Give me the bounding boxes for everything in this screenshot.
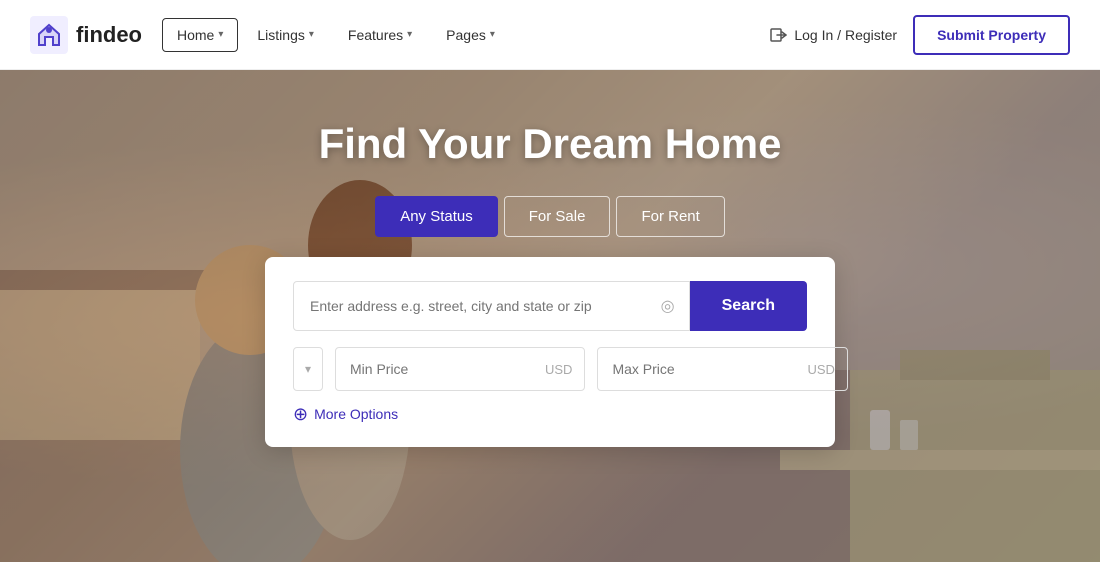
type-select[interactable]: Any Type House Apartment Commercial Land <box>293 347 323 391</box>
navbar: findeo Home ▾ Listings ▾ Features ▾ Page… <box>0 0 1100 70</box>
nav-home-chevron: ▾ <box>218 29 223 40</box>
login-icon <box>770 26 788 44</box>
submit-property-button[interactable]: Submit Property <box>913 15 1070 55</box>
nav-item-home[interactable]: Home ▾ <box>162 18 238 52</box>
min-price-input[interactable] <box>336 348 545 390</box>
hero-title: Find Your Dream Home <box>319 120 782 168</box>
max-price-input[interactable] <box>598 348 807 390</box>
nav-pages-chevron: ▾ <box>490 29 495 40</box>
status-tab-rent[interactable]: For Rent <box>616 196 724 237</box>
search-button[interactable]: Search <box>690 281 807 331</box>
nav-item-listings[interactable]: Listings ▾ <box>242 18 329 52</box>
nav-listings-label: Listings <box>257 27 304 43</box>
hero-section: Find Your Dream Home Any Status For Sale… <box>0 70 1100 562</box>
brand-name: findeo <box>76 22 142 48</box>
min-price-currency: USD <box>545 362 584 377</box>
nav-item-features[interactable]: Features ▾ <box>333 18 427 52</box>
filter-row: Any Type House Apartment Commercial Land… <box>293 347 807 391</box>
type-select-wrap: Any Type House Apartment Commercial Land… <box>293 347 323 391</box>
max-price-currency: USD <box>807 362 846 377</box>
logo-icon <box>30 16 68 54</box>
status-tab-any[interactable]: Any Status <box>375 196 498 237</box>
address-input-wrap: ◎ <box>293 281 690 331</box>
login-button[interactable]: Log In / Register <box>770 26 897 44</box>
nav-links: Home ▾ Listings ▾ Features ▾ Pages ▾ <box>162 18 770 52</box>
status-tabs: Any Status For Sale For Rent <box>375 196 725 237</box>
more-options-button[interactable]: ⊕ More Options <box>293 405 807 423</box>
nav-features-label: Features <box>348 27 403 43</box>
login-label: Log In / Register <box>794 27 897 43</box>
more-options-label: More Options <box>314 406 398 422</box>
status-tab-sale[interactable]: For Sale <box>504 196 611 237</box>
search-row: ◎ Search <box>293 281 807 331</box>
logo[interactable]: findeo <box>30 16 142 54</box>
location-icon: ◎ <box>661 296 689 316</box>
nav-pages-label: Pages <box>446 27 486 43</box>
nav-home-label: Home <box>177 27 214 43</box>
nav-listings-chevron: ▾ <box>309 29 314 40</box>
nav-right: Log In / Register Submit Property <box>770 15 1070 55</box>
address-input[interactable] <box>294 284 661 328</box>
nav-features-chevron: ▾ <box>407 29 412 40</box>
max-price-wrap: USD <box>597 347 847 391</box>
search-box: ◎ Search Any Type House Apartment Commer… <box>265 257 835 447</box>
min-price-wrap: USD <box>335 347 585 391</box>
plus-circle-icon: ⊕ <box>293 405 308 423</box>
nav-item-pages[interactable]: Pages ▾ <box>431 18 510 52</box>
